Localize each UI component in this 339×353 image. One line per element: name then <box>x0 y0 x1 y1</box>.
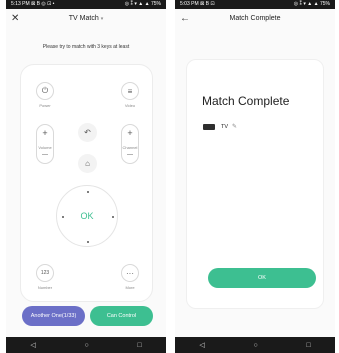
system-nav-bar: ◁ ○ □ <box>6 337 166 353</box>
power-icon: ⏻ <box>41 86 49 95</box>
dpad: OK <box>56 185 118 247</box>
home-icon: ⌂ <box>85 159 90 168</box>
app-bar: ← Match Complete <box>175 9 335 29</box>
nav-recent-icon[interactable]: □ <box>137 342 141 349</box>
back-arrow-icon: ↶ <box>84 128 91 137</box>
nav-recent-icon[interactable]: □ <box>306 342 310 349</box>
edit-icon[interactable]: ✎ <box>232 123 237 130</box>
volume-label: Volume <box>38 145 52 150</box>
status-time: 5:13 PM <box>11 1 30 7</box>
tv-icon <box>203 123 215 130</box>
home-button[interactable]: ⌂ <box>78 154 97 173</box>
status-icons-left: ⊠ B ⊡ <box>200 1 215 7</box>
channel-label: Channel <box>122 145 138 150</box>
match-hint: Please try to match with 3 keys at least <box>42 44 130 50</box>
nav-back-icon[interactable]: ◁ <box>30 341 35 349</box>
more-button[interactable]: ··· <box>121 264 139 282</box>
back-button[interactable]: ↶ <box>78 123 97 142</box>
status-icons-right: ◎ ⁑ ▾ ▲ ▲ 75% <box>293 1 330 7</box>
channel-up-button[interactable]: + <box>127 128 132 138</box>
title-text: TV Match <box>68 15 99 22</box>
power-button[interactable]: ⏻ <box>36 82 54 100</box>
status-bar: 5:13 PM ⊠ B ◎ ⊡ • ◎ ⁑ ▾ ▲ ▲ 75% <box>6 0 166 9</box>
status-icons-right: ◎ ⁑ ▾ ▲ ▲ 75% <box>124 1 161 7</box>
ok-button[interactable]: OK <box>208 268 316 288</box>
ok-button[interactable]: OK <box>57 211 117 221</box>
device-name: TV <box>221 123 229 130</box>
status-icons-left: ⊠ B ◎ ⊡ • <box>31 1 55 7</box>
more-label: More <box>125 285 135 290</box>
volume-up-button[interactable]: + <box>42 128 47 138</box>
number-button[interactable]: 123 <box>36 264 54 282</box>
remote-panel: ⏻ Power ≡ Video + — Volume + — Channel ↶… <box>20 64 153 302</box>
channel-down-button[interactable]: — <box>127 150 133 160</box>
result-card: Match Complete TV ✎ OK <box>186 59 324 309</box>
chevron-down-icon[interactable]: ▾ <box>101 16 104 22</box>
volume-down-button[interactable]: — <box>42 150 48 160</box>
status-time: 5:03 PM <box>180 1 199 7</box>
video-label: Video <box>124 103 136 108</box>
tv-match-screen: 5:13 PM ⊠ B ◎ ⊡ • ◎ ⁑ ▾ ▲ ▲ 75% ✕ TV Mat… <box>6 0 166 353</box>
nav-home-icon[interactable]: ○ <box>253 342 257 349</box>
status-bar: 5:03 PM ⊠ B ⊡ ◎ ⁑ ▾ ▲ ▲ 75% <box>175 0 335 9</box>
more-icon: ··· <box>126 268 134 278</box>
page-title: TV Match ▾ <box>6 9 166 29</box>
power-label: Power <box>39 103 51 108</box>
volume-control: + — <box>36 124 54 164</box>
system-nav-bar: ◁ ○ □ <box>175 337 335 353</box>
match-complete-heading: Match Complete <box>202 94 290 108</box>
match-complete-screen: 5:03 PM ⊠ B ⊡ ◎ ⁑ ▾ ▲ ▲ 75% ← Match Comp… <box>175 0 335 353</box>
nav-back-icon[interactable]: ◁ <box>199 341 204 349</box>
matched-device: TV ✎ <box>203 123 237 130</box>
app-bar: ✕ TV Match ▾ <box>6 9 166 29</box>
page-title: Match Complete <box>229 15 281 22</box>
video-button[interactable]: ≡ <box>121 82 139 100</box>
channel-control: + — <box>121 124 139 164</box>
number-icon: 123 <box>40 270 50 276</box>
nav-home-icon[interactable]: ○ <box>84 342 88 349</box>
another-one-button[interactable]: Another One(1/33) <box>22 306 85 326</box>
can-control-button[interactable]: Can Control <box>90 306 153 326</box>
video-icon: ≡ <box>127 86 133 96</box>
number-label: Number <box>37 285 53 290</box>
dpad-up[interactable] <box>87 191 89 193</box>
dpad-down[interactable] <box>87 241 89 243</box>
